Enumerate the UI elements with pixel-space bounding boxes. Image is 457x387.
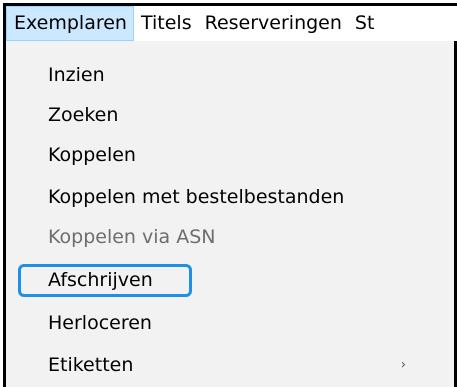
- menubar-item-truncated[interactable]: St: [348, 6, 381, 41]
- submenu-chevron-icon: ›: [400, 357, 406, 373]
- menu-bar: Exemplaren Titels Reserveringen St: [3, 3, 457, 41]
- menu-item-label: Herloceren: [48, 312, 152, 334]
- menu-item-etiketten[interactable]: Etiketten ›: [6, 346, 454, 384]
- menu-item-koppelen-met-bestelbestanden[interactable]: Koppelen met bestelbestanden: [6, 178, 454, 216]
- menu-item-koppelen-via-asn: Koppelen via ASN: [6, 218, 454, 256]
- menubar-item-reserveringen[interactable]: Reserveringen: [198, 6, 348, 41]
- menu-item-label: Inzien: [48, 64, 105, 86]
- menu-item-label: Koppelen met bestelbestanden: [48, 186, 345, 208]
- menu-item-zoeken[interactable]: Zoeken: [6, 96, 454, 134]
- menu-item-label: Koppelen via ASN: [48, 226, 216, 248]
- screen: Exemplaren Titels Reserveringen St Inzie…: [0, 0, 457, 387]
- menu-item-label: Etiketten: [48, 354, 134, 376]
- menu-item-koppelen[interactable]: Koppelen: [6, 136, 454, 174]
- exemplaren-dropdown-menu: Inzien Zoeken Koppelen Koppelen met best…: [3, 41, 457, 387]
- menubar-item-exemplaren[interactable]: Exemplaren: [6, 6, 134, 41]
- menu-item-label: Afschrijven: [48, 269, 153, 291]
- menubar-item-titels[interactable]: Titels: [134, 6, 198, 41]
- menu-item-label: Koppelen: [48, 144, 136, 166]
- menu-item-afschrijven[interactable]: Afschrijven: [6, 261, 454, 299]
- menu-item-herloceren[interactable]: Herloceren: [6, 304, 454, 342]
- menu-item-label: Zoeken: [48, 104, 119, 126]
- menu-item-inzien[interactable]: Inzien: [6, 56, 454, 94]
